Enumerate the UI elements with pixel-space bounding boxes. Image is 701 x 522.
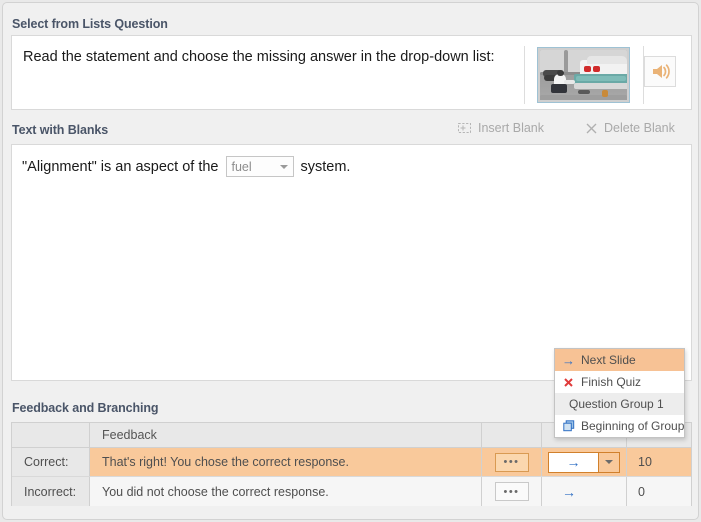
table-row[interactable]: Incorrect: You did not choose the correc… bbox=[12, 477, 691, 506]
feedback-options-cell-correct: ••• bbox=[482, 448, 542, 476]
header-feedback-cell: Feedback bbox=[90, 423, 482, 447]
close-x-icon bbox=[562, 377, 575, 387]
statement-divider-1 bbox=[524, 46, 525, 104]
arrow-right-icon: → bbox=[562, 483, 576, 500]
question-editor-window: Select from Lists Question Read the stat… bbox=[2, 2, 699, 520]
feedback-text-incorrect[interactable]: You did not choose the correct response. bbox=[90, 477, 482, 506]
insert-blank-label: Insert Blank bbox=[478, 121, 545, 135]
branching-cell-correct: → bbox=[542, 448, 627, 476]
row-label-correct: Correct: bbox=[12, 448, 90, 476]
more-options-button[interactable]: ••• bbox=[494, 452, 529, 472]
menu-item-beginning-of-group[interactable]: Beginning of Group bbox=[555, 415, 684, 437]
score-correct[interactable]: 10 bbox=[627, 448, 691, 476]
speaker-icon bbox=[653, 64, 670, 79]
branch-select-incorrect[interactable]: → bbox=[548, 481, 620, 502]
close-x-icon bbox=[586, 123, 597, 133]
blank-dropdown-value: fuel bbox=[231, 159, 252, 174]
chevron-down-icon[interactable] bbox=[598, 452, 619, 472]
statement-text[interactable]: Read the statement and choose the missin… bbox=[23, 48, 513, 66]
arrow-right-icon: → bbox=[562, 352, 575, 368]
blanks-editor-panel[interactable]: "Alignment" is an aspect of the fuel sys… bbox=[11, 144, 692, 381]
thumbnail-image bbox=[540, 50, 627, 100]
insert-blank-button[interactable]: Insert Blank bbox=[458, 121, 544, 135]
blank-sentence-suffix: system. bbox=[300, 158, 351, 175]
feedback-options-cell-incorrect: ••• bbox=[482, 477, 542, 506]
menu-item-label: Finish Quiz bbox=[581, 375, 642, 389]
branching-dropdown-menu[interactable]: → Next Slide Finish Quiz Question Group … bbox=[554, 348, 685, 438]
blank-sentence-prefix: "Alignment" is an aspect of the bbox=[22, 158, 219, 175]
menu-item-next-slide[interactable]: → Next Slide bbox=[555, 349, 684, 371]
row-label-incorrect: Incorrect: bbox=[12, 477, 90, 506]
menu-item-question-group-1[interactable]: Question Group 1 bbox=[555, 393, 684, 415]
feedback-text-correct[interactable]: That's right! You chose the correct resp… bbox=[90, 448, 482, 476]
question-section-title: Select from Lists Question bbox=[12, 17, 168, 31]
branching-cell-incorrect: → bbox=[542, 477, 627, 506]
arrow-right-icon: → bbox=[566, 454, 581, 470]
menu-item-finish-quiz[interactable]: Finish Quiz bbox=[555, 371, 684, 393]
menu-item-label: Beginning of Group bbox=[581, 419, 685, 433]
statement-panel: Read the statement and choose the missin… bbox=[11, 35, 692, 110]
audio-button[interactable] bbox=[644, 56, 676, 87]
feedback-section-title: Feedback and Branching bbox=[12, 401, 159, 415]
car-repair-thumbnail[interactable] bbox=[537, 47, 630, 103]
header-label-cell bbox=[12, 423, 90, 447]
blank-dropdown[interactable]: fuel bbox=[225, 156, 294, 177]
blanks-section-title: Text with Blanks bbox=[12, 123, 109, 137]
chevron-down-icon bbox=[279, 164, 288, 169]
delete-blank-button[interactable]: Delete Blank bbox=[586, 121, 675, 135]
menu-item-label: Question Group 1 bbox=[569, 397, 664, 411]
branch-select-correct[interactable]: → bbox=[548, 451, 620, 473]
delete-blank-label: Delete Blank bbox=[604, 121, 675, 135]
header-dots-cell bbox=[482, 423, 542, 447]
layered-squares-icon bbox=[562, 420, 575, 432]
more-options-button[interactable]: ••• bbox=[494, 482, 529, 501]
menu-item-label: Next Slide bbox=[581, 353, 636, 367]
insert-blank-icon bbox=[458, 123, 471, 133]
blank-sentence: "Alignment" is an aspect of the fuel sys… bbox=[22, 156, 350, 177]
table-row[interactable]: Correct: That's right! You chose the cor… bbox=[12, 448, 691, 477]
score-incorrect[interactable]: 0 bbox=[627, 477, 691, 506]
